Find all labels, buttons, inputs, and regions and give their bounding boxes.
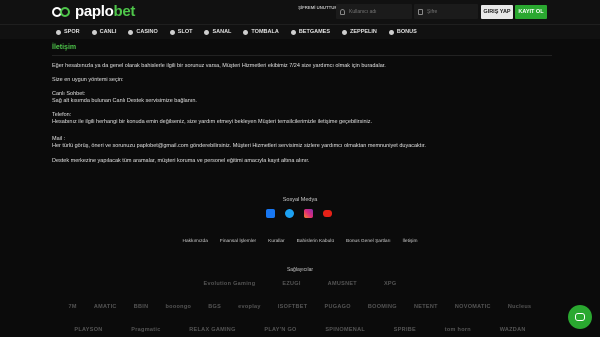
- password-field[interactable]: Şifre: [414, 4, 478, 19]
- tombala-icon: [243, 29, 249, 35]
- contact-content: İletişim Eğer hesabınızla ya da genel ol…: [52, 40, 552, 165]
- phone-block: Telefon: Hesabınız ile ilgili herhangi b…: [52, 112, 552, 126]
- provider-logo: NETENT: [413, 304, 438, 310]
- provider-logo: 7M: [68, 304, 77, 310]
- nav-item-tombala[interactable]: TOMBALA: [243, 29, 279, 35]
- nav-item-bonus[interactable]: BONUS: [388, 29, 417, 35]
- live-chat-block: Canlı Sohbet: Sağ alt kısımda bulunan Ca…: [52, 91, 552, 105]
- provider-logo: RELAX GAMING: [189, 327, 236, 333]
- provider-logo: EZUGI: [282, 281, 301, 287]
- virtual-icon: [204, 29, 210, 35]
- social-links: [266, 209, 332, 218]
- provider-logo: PUGAGO: [324, 304, 351, 310]
- providers-row-3: PLAYSON Pragmatic RELAX GAMING PLAY'N GO…: [60, 327, 540, 333]
- provider-logo: AMUSNET: [327, 281, 357, 287]
- page-title: İletişim: [52, 44, 552, 56]
- live-chat-button[interactable]: [568, 305, 592, 329]
- football-icon: [56, 29, 61, 35]
- nav-label: TOMBALA: [251, 29, 279, 35]
- nav-label: BONUS: [396, 29, 417, 35]
- betgames-icon: [290, 29, 296, 35]
- mail-block: Mail : Her türlü görüş, öneri ve sorunuz…: [52, 136, 552, 150]
- provider-logo: PLAY'N GO: [264, 327, 297, 333]
- instagram-icon[interactable]: [304, 209, 313, 218]
- twitter-icon[interactable]: [285, 209, 294, 218]
- mail-text: Her türlü görüş, öneri ve sorunuzu paplo…: [52, 143, 426, 149]
- chip-icon: [128, 29, 134, 35]
- live-chat-text: Sağ alt kısımda bulunan Canlı Destek ser…: [52, 98, 197, 104]
- nav-label: CANLI: [99, 29, 117, 35]
- live-chat-title: Canlı Sohbet:: [52, 91, 86, 97]
- footer-link-bonus-terms[interactable]: Bonus Genel Şartları: [346, 239, 391, 244]
- login-button[interactable]: GIRIŞ YAP: [481, 5, 513, 19]
- forgot-password-link[interactable]: ŞİFREMİ UNUTTUM: [298, 5, 338, 11]
- provider-logo: SPRIBE: [393, 327, 417, 333]
- nav-item-zeppelin[interactable]: ZEPPELIN: [342, 29, 377, 35]
- nav-label: SPOR: [64, 29, 80, 35]
- footer-link-rules[interactable]: Kurallar: [268, 239, 285, 244]
- nav-label: SLOT: [177, 29, 193, 35]
- provider-logo: BOOMING: [367, 304, 397, 310]
- nav-label: CASINO: [136, 29, 158, 35]
- provider-logo: ISOFTBET: [277, 304, 308, 310]
- register-button[interactable]: KAYIT OL: [515, 5, 547, 19]
- provider-logo: tom horn: [444, 327, 471, 333]
- provider-logo: Nucleus: [507, 304, 532, 310]
- username-field[interactable]: Kullanıcı adı: [336, 4, 412, 19]
- phone-text: Hesabınız ile ilgili herhangi bir konuda…: [52, 119, 373, 125]
- nav-item-slot[interactable]: SLOT: [169, 29, 193, 35]
- logo-mark-icon: [52, 5, 72, 19]
- nav-item-betgames[interactable]: BETGAMES: [290, 29, 330, 35]
- gift-icon: [388, 29, 394, 35]
- provider-logo: BBIN: [133, 304, 149, 310]
- footer-link-bet-acceptance[interactable]: Bahislerin Kabulü: [297, 239, 334, 244]
- username-placeholder: Kullanıcı adı: [349, 8, 377, 15]
- nav-item-canli[interactable]: CANLI: [91, 29, 117, 35]
- logo-text-part1: paplo: [75, 3, 114, 20]
- footer-links: Hakkımızda Finansal İşlemler Kurallar Ba…: [0, 239, 600, 244]
- nav-item-casino[interactable]: CASINO: [128, 29, 158, 35]
- recording-note: Destek merkezine yapılacak tüm aramalar,…: [52, 158, 310, 164]
- providers-title: Sağlayıcılar: [286, 267, 314, 273]
- provider-logo: WAZDAN: [499, 327, 526, 333]
- header: paplobet ŞİFREMİ UNUTTUM Kullanıcı adı Ş…: [0, 0, 600, 24]
- provider-logo: Pragmatic: [131, 327, 161, 333]
- provider-logo: evoplay: [238, 304, 261, 310]
- nav-label: BETGAMES: [298, 29, 330, 35]
- logo-text-part2: bet: [113, 3, 136, 20]
- nav-item-sanal[interactable]: SANAL: [204, 29, 231, 35]
- user-icon: [340, 8, 345, 15]
- providers-row-1: Evolution Gaming EZUGI AMUSNET XPG: [190, 281, 410, 287]
- provider-logo: XPG: [383, 281, 397, 287]
- provider-logo: booongo: [165, 304, 192, 310]
- providers-row-2: 7M AMATIC BBIN booongo BGS evoplay ISOFT…: [60, 304, 540, 310]
- provider-logo: Evolution Gaming: [203, 281, 256, 287]
- live-icon: [91, 29, 97, 35]
- intro-text: Eğer hesabınızla ya da genel olarak bahi…: [52, 63, 386, 69]
- logo[interactable]: paplobet: [52, 3, 135, 21]
- provider-logo: PLAYSON: [74, 327, 103, 333]
- chat-bubble-icon: [575, 313, 585, 321]
- zeppelin-icon: [342, 29, 347, 35]
- footer-link-finance[interactable]: Finansal İşlemler: [220, 239, 256, 244]
- mail-title: Mail :: [52, 136, 66, 142]
- password-placeholder: Şifre: [427, 8, 438, 15]
- footer-link-contact[interactable]: İletişim: [403, 239, 418, 244]
- provider-logo: NOVOMATIC: [454, 304, 491, 310]
- provider-logo: AMATIC: [93, 304, 117, 310]
- slot-icon: [169, 29, 175, 35]
- footer-link-about[interactable]: Hakkımızda: [183, 239, 208, 244]
- phone-title: Telefon:: [52, 112, 72, 118]
- nav-label: SANAL: [212, 29, 232, 35]
- nav-item-spor[interactable]: SPOR: [56, 29, 80, 35]
- social-title: Sosyal Medya: [282, 197, 318, 203]
- methods-heading: Size en uygun yöntemi seçin:: [52, 77, 124, 83]
- provider-logo: BGS: [208, 304, 222, 310]
- youtube-icon[interactable]: [323, 210, 332, 217]
- lock-icon: [418, 8, 423, 15]
- nav-label: ZEPPELIN: [350, 29, 377, 35]
- facebook-icon[interactable]: [266, 209, 275, 218]
- provider-logo: SPINOMENAL: [325, 327, 366, 333]
- main-nav: SPOR CANLI CASINO SLOT SANAL TOMBALA BET…: [0, 24, 600, 39]
